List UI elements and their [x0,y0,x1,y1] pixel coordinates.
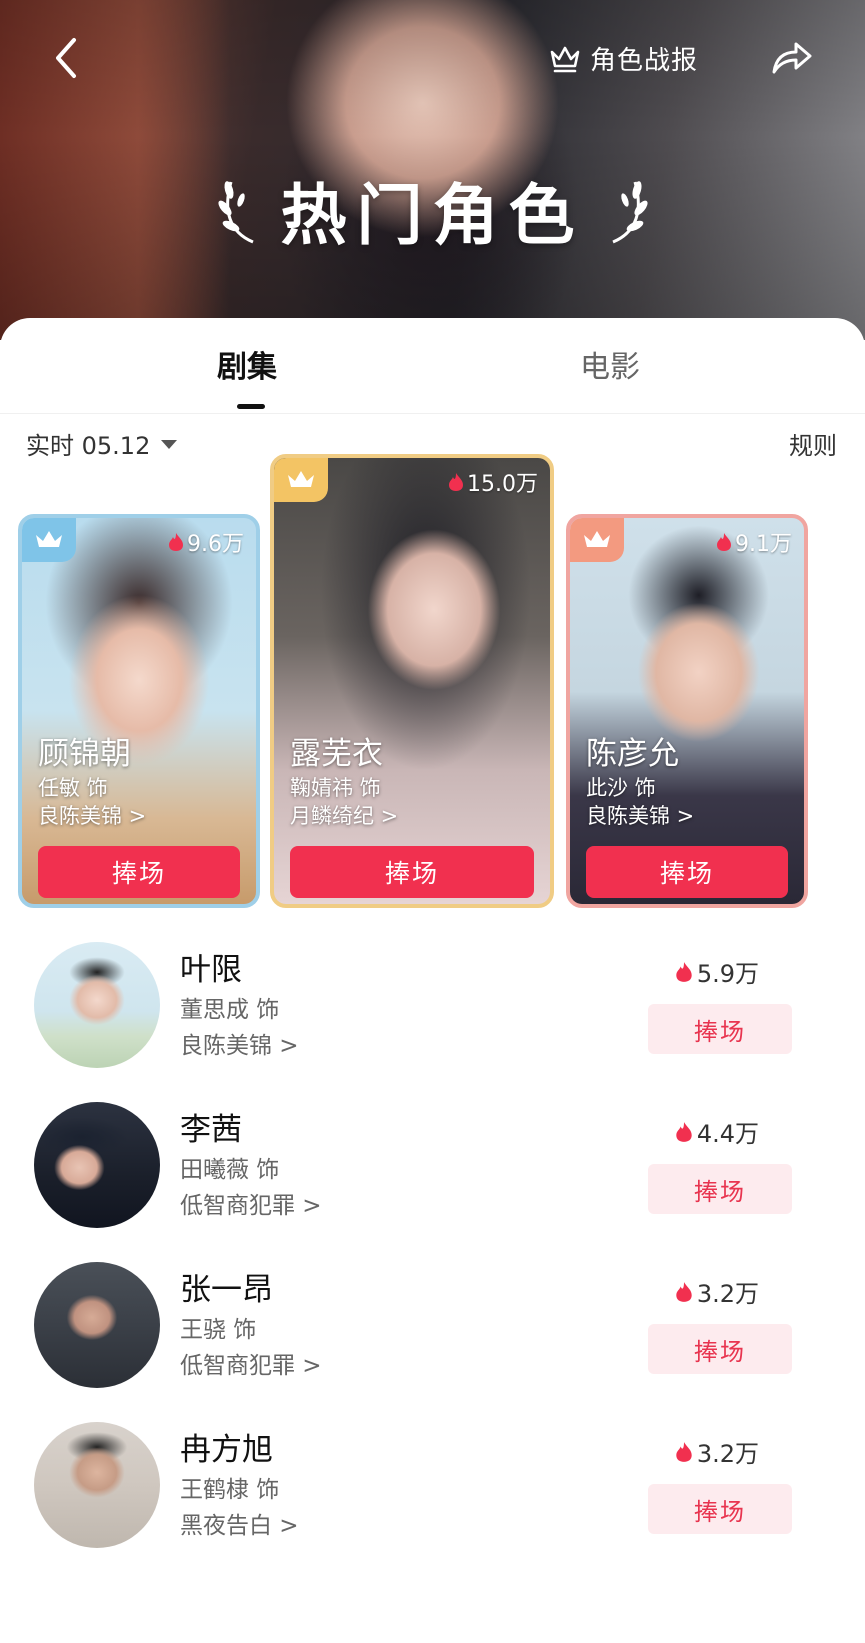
drama-link[interactable]: 低智商犯罪 > [180,1186,322,1220]
share-icon [772,42,812,74]
drama-link[interactable]: 月鳞绮纪 > [290,800,398,830]
actor-name: 鞠婧祎 饰 [290,776,381,800]
list-item[interactable]: 冉方旭 王鹤棣 饰 黑夜告白 > 3.2万 捧场 [0,1422,865,1572]
share-button[interactable] [766,34,816,82]
back-button[interactable] [44,30,92,86]
character-name: 露芜衣 [290,736,383,772]
flame-icon [449,473,463,491]
drama-link[interactable]: 良陈美锦 > [586,800,694,830]
crown-icon [288,471,314,487]
heat-value: 9.1万 [716,526,792,558]
heat-value: 3.2万 [675,1274,759,1309]
role-report-button[interactable]: 角色战报 [548,36,698,80]
avatar [34,1422,160,1548]
date-filter-label: 实时 05.12 [26,432,151,460]
role-report-label: 角色战报 [590,45,699,76]
flame-icon [169,533,183,551]
actor-name: 田曦薇 饰 [180,1157,280,1183]
page-title: 热门角色 [280,177,585,254]
tab-movie[interactable]: 电影 [580,342,640,386]
heat-value: 3.2万 [675,1434,759,1469]
top-card-rank-3[interactable]: 9.1万 陈彦允 此沙 饰 良陈美锦 > 捧场 [566,514,808,908]
list-item[interactable]: 李茜 田曦薇 饰 低智商犯罪 > 4.4万 捧场 [0,1102,865,1252]
crown-badge-bronze [570,518,624,562]
actor-name: 此沙 饰 [586,776,656,800]
support-button[interactable]: 捧场 [648,1004,792,1054]
laurel-left-icon [217,181,254,244]
actor-name: 董思成 饰 [180,997,280,1023]
support-button[interactable]: 捧场 [648,1164,792,1214]
hero-title-block: 热门角色 [0,160,865,260]
active-tab-indicator [237,404,265,409]
list-item[interactable]: 张一昂 王骁 饰 低智商犯罪 > 3.2万 捧场 [0,1262,865,1412]
support-button[interactable]: 捧场 [38,846,240,898]
drama-link[interactable]: 低智商犯罪 > [180,1346,322,1380]
character-name: 张一昂 [180,1272,273,1308]
drama-link[interactable]: 良陈美锦 > [180,1026,299,1060]
character-name: 李茜 [180,1112,242,1148]
ranking-panel: 剧集 电影 实时 05.12 规则 9.6万 顾锦朝 任敏 饰 良陈美锦 > 捧… [0,318,865,1643]
crown-badge-silver [22,518,76,562]
drama-link[interactable]: 黑夜告白 > [180,1506,299,1540]
heat-value: 5.9万 [675,954,759,989]
chevron-left-icon [56,38,76,78]
drama-link[interactable]: 良陈美锦 > [38,800,146,830]
character-name: 陈彦允 [586,736,679,772]
heat-value: 9.6万 [168,526,244,558]
top-card-rank-2[interactable]: 9.6万 顾锦朝 任敏 饰 良陈美锦 > 捧场 [18,514,260,908]
actor-name: 王骁 饰 [180,1317,257,1343]
avatar [34,1102,160,1228]
support-button[interactable]: 捧场 [648,1324,792,1374]
actor-name: 王鹤棣 饰 [180,1477,280,1503]
actor-name: 任敏 饰 [38,776,108,800]
crown-icon [550,46,580,73]
flame-icon [676,1441,692,1462]
heat-value: 4.4万 [675,1114,759,1149]
date-filter-dropdown[interactable]: 实时 05.12 [26,426,178,461]
heat-value: 15.0万 [448,466,538,498]
character-name: 顾锦朝 [38,736,131,772]
crown-icon [584,531,610,547]
flame-icon [676,1281,692,1302]
support-button[interactable]: 捧场 [290,846,534,898]
top-card-rank-1[interactable]: 15.0万 露芜衣 鞠婧祎 饰 月鳞绮纪 > 捧场 [270,454,554,908]
flame-icon [717,533,731,551]
flame-icon [676,1121,692,1142]
rules-link[interactable]: 规则 [789,426,837,461]
crown-badge-gold [274,458,328,502]
flame-icon [676,961,692,982]
category-tabs: 剧集 电影 [0,318,865,414]
avatar [34,1262,160,1388]
crown-icon [36,531,62,547]
character-photo [274,458,550,904]
tab-series[interactable]: 剧集 [217,342,277,386]
avatar [34,942,160,1068]
support-button[interactable]: 捧场 [586,846,788,898]
hero-banner: 角色战报 热门角色 [0,0,865,340]
laurel-right-icon [611,181,648,244]
support-button[interactable]: 捧场 [648,1484,792,1534]
character-name: 冉方旭 [180,1432,273,1468]
character-name: 叶限 [180,952,242,988]
list-item[interactable]: 叶限 董思成 饰 良陈美锦 > 5.9万 捧场 [0,942,865,1092]
caret-down-icon [161,439,178,449]
